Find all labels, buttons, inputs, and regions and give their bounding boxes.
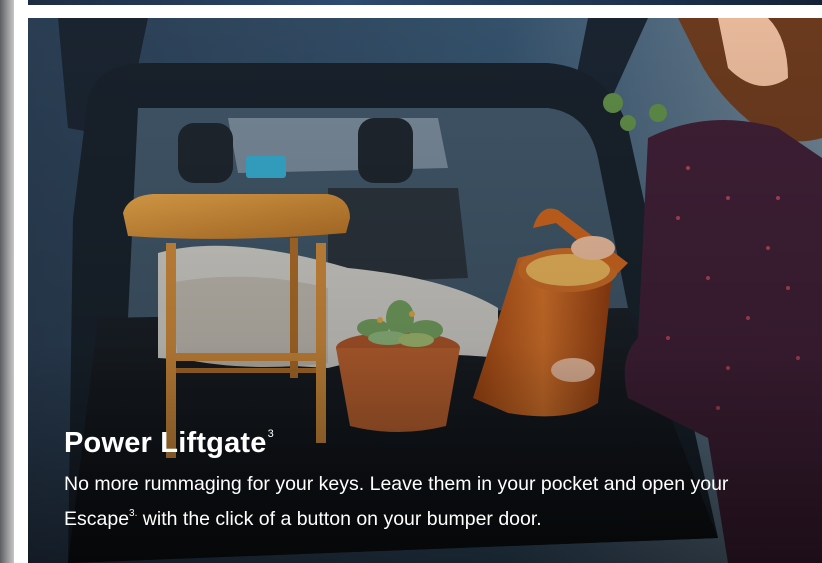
- previous-section-image-edge: [28, 0, 822, 5]
- feature-caption: Power Liftgate3 No more rummaging for yo…: [64, 416, 784, 534]
- adjacent-slide-edge: [0, 0, 14, 563]
- feature-description: No more rummaging for your keys. Leave t…: [64, 469, 784, 534]
- feature-title-text: Power Liftgate: [64, 427, 267, 459]
- feature-title: Power Liftgate3: [64, 416, 784, 461]
- feature-card: Power Liftgate3 No more rummaging for yo…: [28, 18, 822, 563]
- description-text-part2: with the click of a button on your bumpe…: [137, 508, 542, 530]
- title-footnote[interactable]: 3: [268, 428, 274, 440]
